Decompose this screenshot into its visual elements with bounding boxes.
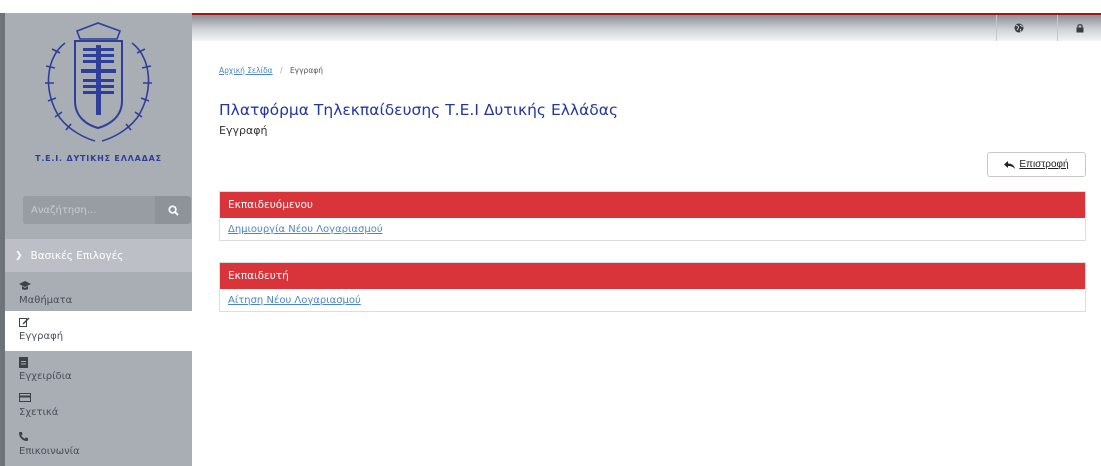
sidebar-item-label: Σχετικά	[19, 407, 59, 418]
page-subtitle: Εγγραφή	[219, 124, 268, 137]
panel-body: Δημιουργία Νέου Λογαριασμού	[220, 218, 1085, 240]
sidebar-item-about[interactable]: Σχετικά	[5, 387, 192, 427]
sidebar-item-label: Εγγραφή	[19, 331, 64, 342]
sidebar-item-contact[interactable]: Επικοινωνία	[5, 426, 192, 466]
logo-caption: Τ.Ε.Ι. ΔΥΤΙΚΗΣ ΕΛΛΑΔΑΣ	[35, 154, 162, 163]
sidebar-item-label: Εγχειρίδια	[19, 371, 72, 382]
breadcrumb-current: Εγγραφή	[289, 66, 323, 75]
sidebar-item-registration[interactable]: Εγγραφή	[5, 311, 192, 351]
graduation-cap-icon	[19, 281, 192, 293]
panel-trainer: Εκπαιδευτή Αίτηση Νέου Λογαριασμού	[219, 262, 1086, 312]
section-header-label: Βασικές Επιλογές	[30, 249, 124, 262]
reply-arrow-icon	[1004, 160, 1016, 169]
section-header-basic-options[interactable]: ❯ Βασικές Επιλογές	[5, 239, 192, 272]
edit-icon	[19, 317, 192, 329]
file-icon	[19, 357, 192, 369]
login-button[interactable]	[1057, 15, 1101, 41]
sidebar: Τ.Ε.Ι. ΔΥΤΙΚΗΣ ΕΛΛΑΔΑΣ ❯ Βασικές Επιλογέ…	[5, 13, 192, 466]
sidebar-item-label: Επικοινωνία	[19, 446, 80, 457]
institution-logo[interactable]: Τ.Ε.Ι. ΔΥΤΙΚΗΣ ΕΛΛΑΔΑΣ	[5, 13, 192, 189]
main-content: Αρχική Σελίδα / Εγγραφή Πλατφόρμα Τηλεκπ…	[219, 41, 1087, 466]
sidebar-item-courses[interactable]: Μαθήματα	[5, 275, 192, 315]
breadcrumb-separator: /	[280, 66, 283, 75]
top-navbar	[192, 13, 1101, 41]
search-button[interactable]	[155, 196, 191, 224]
panel-heading: Εκπαιδευτή	[220, 263, 1085, 289]
chevron-down-icon: ❯	[15, 250, 23, 261]
coat-of-arms-icon	[45, 22, 152, 142]
back-button-label: Επιστροφή	[1019, 159, 1069, 170]
create-account-link[interactable]: Δημιουργία Νέου Λογαριασμού	[228, 224, 383, 235]
panel-heading: Εκπαιδευόμενου	[220, 192, 1085, 218]
page-title: Πλατφόρμα Τηλεκπαίδευσης Τ.Ε.Ι Δυτικής Ε…	[219, 101, 619, 119]
lock-icon	[1076, 24, 1083, 33]
search-bar	[23, 196, 191, 224]
panel-trainee: Εκπαιδευόμενου Δημιουργία Νέου Λογαριασμ…	[219, 191, 1086, 241]
search-input[interactable]	[23, 196, 155, 224]
panel-body: Αίτηση Νέου Λογαριασμού	[220, 289, 1085, 311]
breadcrumb: Αρχική Σελίδα / Εγγραφή	[219, 66, 323, 75]
request-account-link[interactable]: Αίτηση Νέου Λογαριασμού	[228, 295, 361, 306]
back-button[interactable]: Επιστροφή	[987, 152, 1086, 177]
language-button[interactable]	[996, 15, 1040, 41]
sidebar-item-label: Μαθήματα	[19, 295, 73, 306]
search-icon	[167, 204, 179, 216]
phone-icon	[19, 432, 192, 444]
globe-icon	[1014, 23, 1023, 33]
sidebar-item-manuals[interactable]: Εγχειρίδια	[5, 351, 192, 391]
breadcrumb-home-link[interactable]: Αρχική Σελίδα	[219, 66, 273, 75]
credit-card-icon	[19, 393, 192, 405]
